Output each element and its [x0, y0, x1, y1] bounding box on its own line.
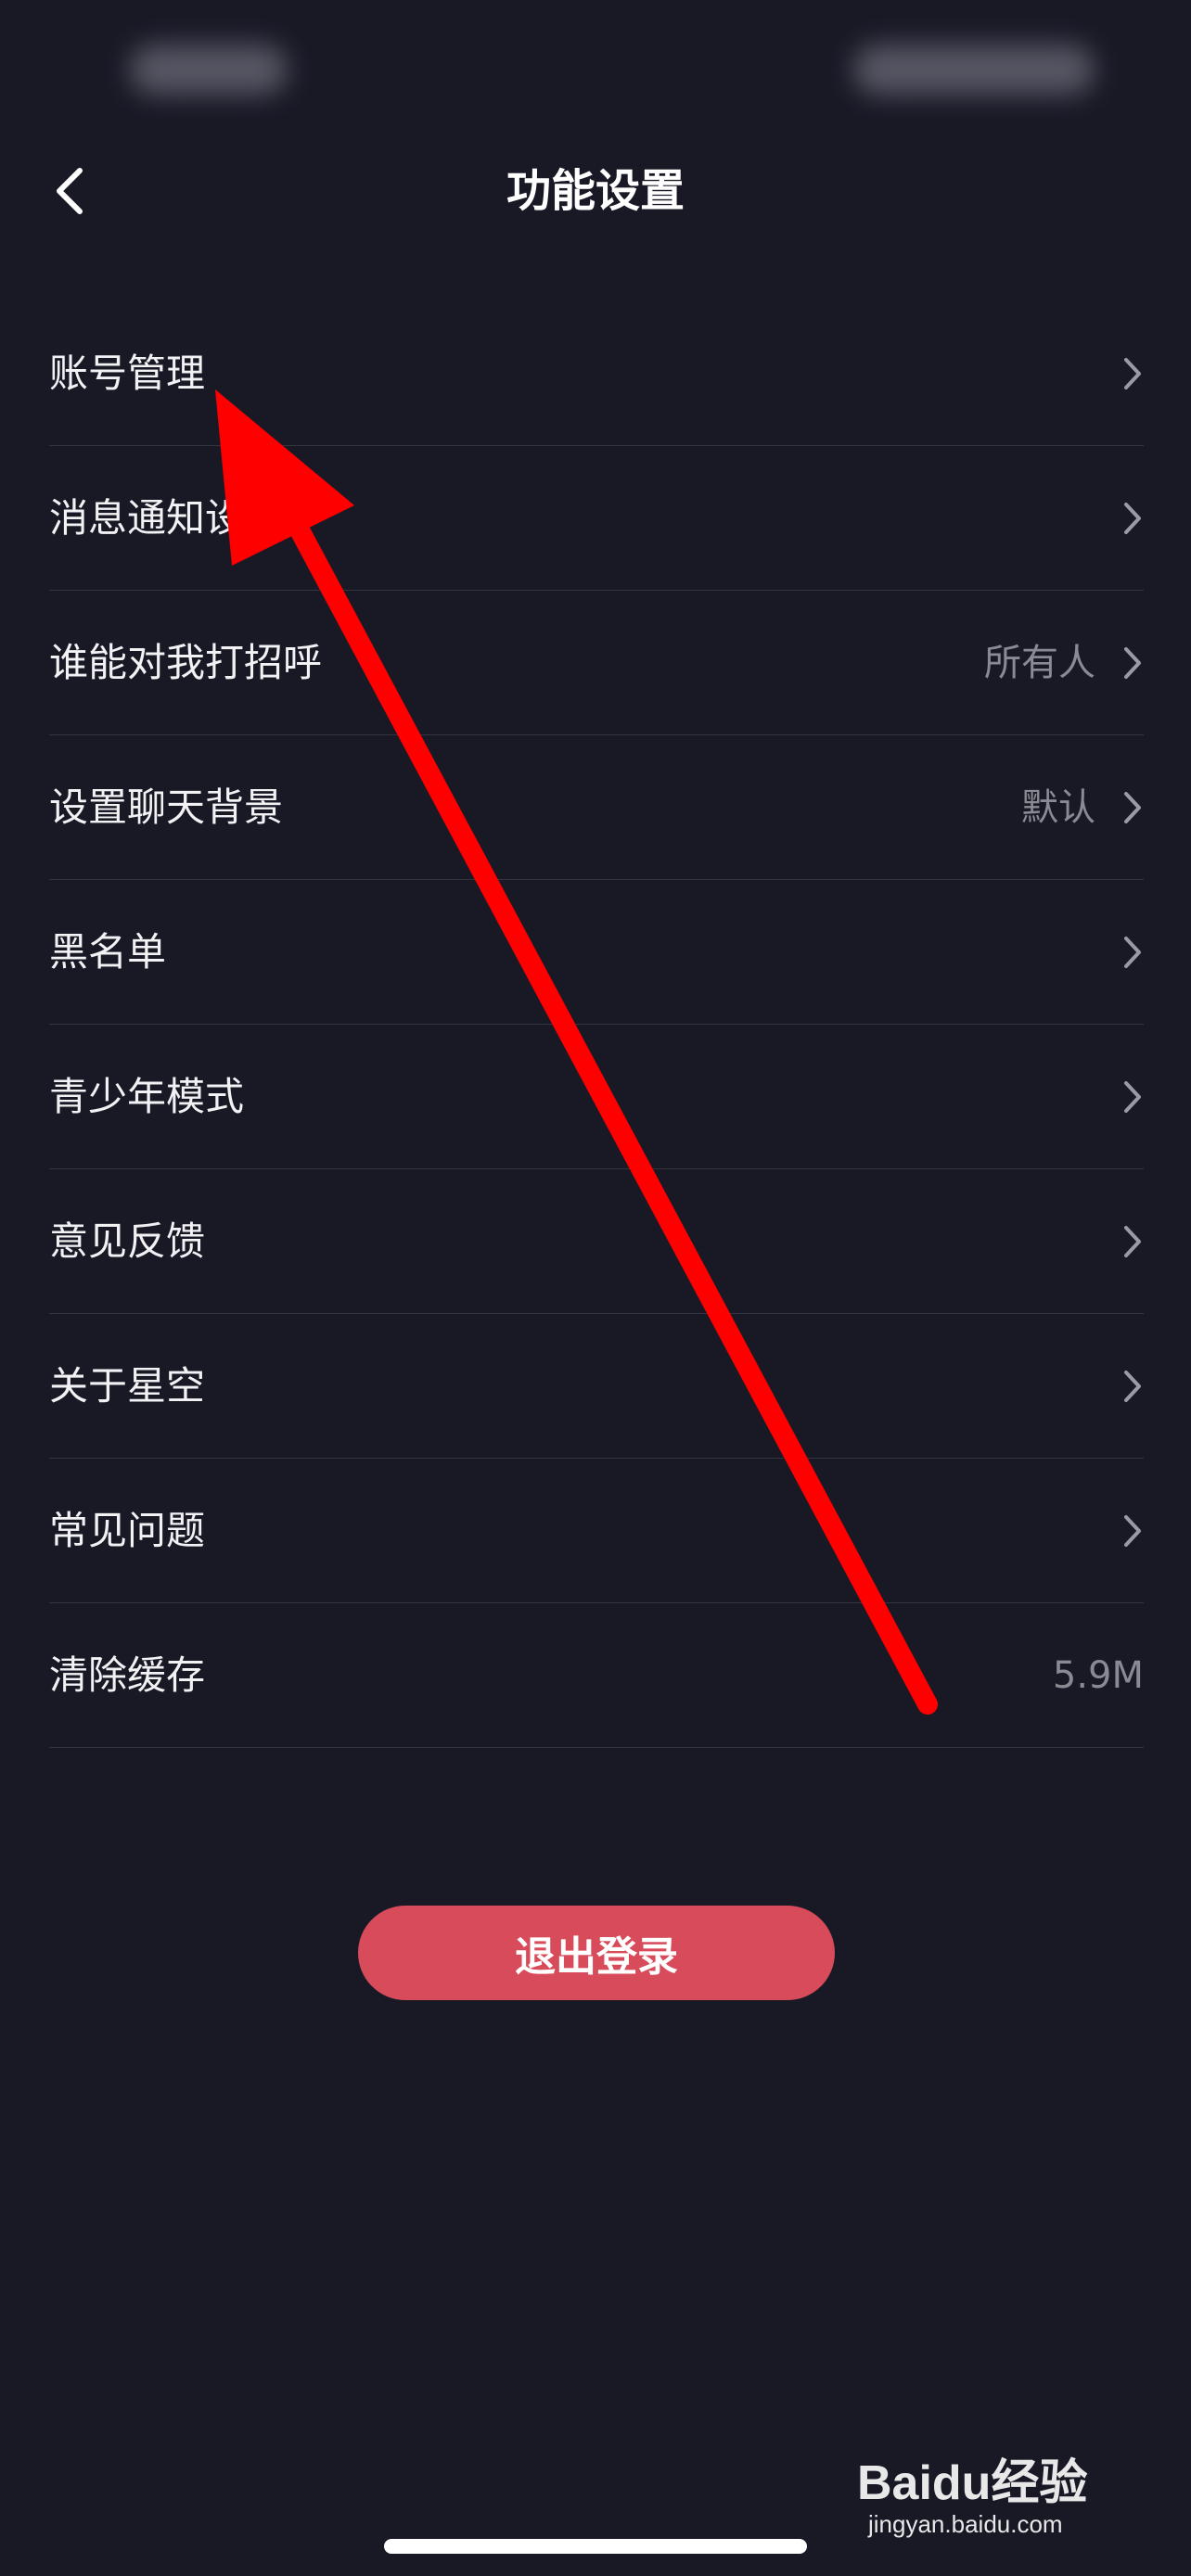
settings-row-blacklist[interactable]: 黑名单: [49, 880, 1144, 1025]
settings-list: 账号管理 消息通知设置 谁能对我打招呼 所有人 设置聊天背景 默认 黑名单 青少…: [49, 301, 1144, 1748]
row-label: 黑名单: [49, 928, 167, 975]
row-label: 常见问题: [49, 1507, 206, 1553]
settings-row-clear-cache[interactable]: 清除缓存 5.9M: [49, 1603, 1144, 1748]
baidu-jingyan-watermark: Baidu经验 jingyan.baidu.com: [857, 2443, 1135, 2555]
row-label: 清除缓存: [49, 1651, 206, 1698]
settings-row-who-can-greet[interactable]: 谁能对我打招呼 所有人: [49, 591, 1144, 735]
cache-size-value: 5.9M: [1052, 1653, 1144, 1697]
row-label: 设置聊天背景: [49, 784, 284, 830]
row-label: 消息通知设置: [49, 494, 284, 541]
home-indicator: [384, 2539, 807, 2554]
logout-button[interactable]: 退出登录: [358, 1906, 835, 2000]
settings-row-about[interactable]: 关于星空: [49, 1314, 1144, 1459]
row-label: 账号管理: [49, 350, 206, 396]
settings-row-chat-background[interactable]: 设置聊天背景 默认: [49, 735, 1144, 880]
settings-row-faq[interactable]: 常见问题: [49, 1459, 1144, 1603]
row-value: 默认: [1021, 785, 1095, 829]
status-icons-blurred: [853, 45, 1095, 95]
settings-row-teen-mode[interactable]: 青少年模式: [49, 1025, 1144, 1169]
row-label: 意见反馈: [49, 1218, 206, 1264]
watermark-url: jingyan.baidu.com: [868, 2510, 1063, 2538]
row-label: 谁能对我打招呼: [49, 639, 323, 685]
status-time-blurred: [130, 45, 288, 95]
row-label: 关于星空: [49, 1362, 206, 1409]
settings-row-notification-settings[interactable]: 消息通知设置: [49, 446, 1144, 591]
chevron-right-icon: [1107, 500, 1144, 537]
settings-row-account-management[interactable]: 账号管理: [49, 301, 1144, 446]
nav-bar: 功能设置: [0, 139, 1191, 243]
chevron-right-icon: [1107, 644, 1144, 682]
chevron-right-icon: [1107, 789, 1144, 826]
status-bar: [0, 0, 1191, 139]
watermark-logo: Baidu经验: [857, 2456, 1088, 2510]
page-title: 功能设置: [506, 165, 685, 217]
chevron-right-icon: [1107, 1368, 1144, 1405]
settings-row-feedback[interactable]: 意见反馈: [49, 1169, 1144, 1314]
chevron-right-icon: [1107, 1512, 1144, 1549]
chevron-right-icon: [1107, 355, 1144, 392]
chevron-right-icon: [1107, 1223, 1144, 1260]
row-label: 青少年模式: [49, 1073, 245, 1119]
chevron-right-icon: [1107, 934, 1144, 971]
chevron-right-icon: [1107, 1078, 1144, 1116]
row-value: 所有人: [984, 641, 1095, 684]
